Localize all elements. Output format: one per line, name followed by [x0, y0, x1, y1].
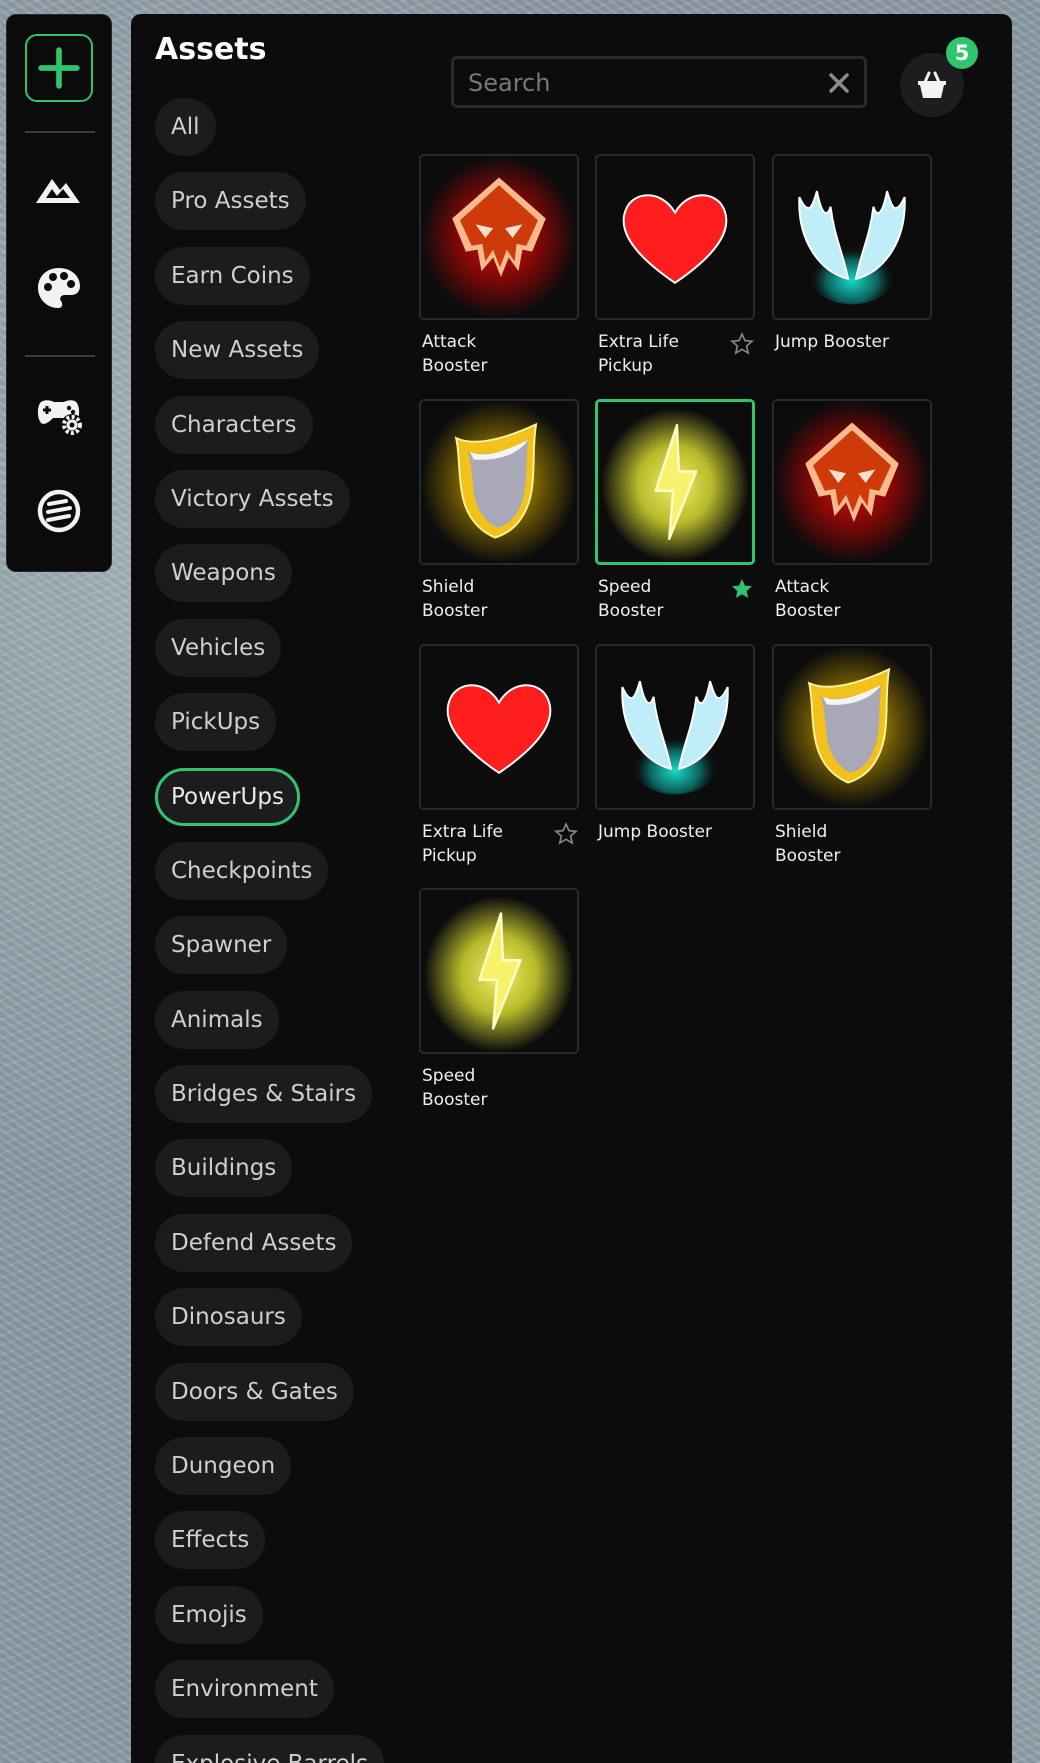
asset-thumbnail[interactable]: [595, 644, 755, 810]
asset-card[interactable]: Jump Booster: [772, 154, 934, 369]
favorite-star-icon[interactable]: [730, 332, 754, 356]
category-pro-assets[interactable]: Pro Assets: [155, 172, 306, 231]
left-toolbar: [6, 14, 112, 572]
asset-thumbnail[interactable]: [419, 399, 579, 565]
favorite-star-icon[interactable]: [554, 822, 578, 846]
attack-booster-icon: [774, 401, 930, 563]
category-powerups[interactable]: PowerUps: [155, 767, 300, 826]
asset-thumbnail[interactable]: [595, 399, 755, 565]
asset-name: Attack Booster: [422, 332, 488, 376]
category-effects[interactable]: Effects: [155, 1511, 266, 1570]
category-new-assets[interactable]: New Assets: [155, 321, 320, 380]
category-checkpoints[interactable]: Checkpoints: [155, 841, 329, 900]
clear-search-icon[interactable]: [828, 72, 850, 94]
wings-icon: [798, 190, 906, 305]
category-characters[interactable]: Characters: [155, 395, 313, 454]
asset-card[interactable]: Speed Booster: [595, 399, 757, 621]
category-doors-gates[interactable]: Doors & Gates: [155, 1362, 354, 1421]
category-weapons[interactable]: Weapons: [155, 544, 292, 603]
favorite-star-icon[interactable]: [730, 577, 754, 601]
asset-thumbnail[interactable]: [419, 644, 579, 810]
category-dungeon[interactable]: Dungeon: [155, 1437, 292, 1496]
category-animals[interactable]: Animals: [155, 990, 279, 1049]
asset-thumbnail[interactable]: [595, 154, 755, 320]
logic-button[interactable]: [30, 482, 88, 540]
category-explosive-barrels[interactable]: Explosive Barrels: [155, 1734, 385, 1763]
asset-thumbnail[interactable]: [772, 644, 932, 810]
category-buildings[interactable]: Buildings: [155, 1139, 293, 1198]
shield-icon: [421, 401, 577, 563]
mountain-icon: [36, 179, 80, 203]
category-bridges-stairs[interactable]: Bridges & Stairs: [155, 1065, 373, 1124]
asset-name: Jump Booster: [598, 822, 712, 842]
search-input[interactable]: [466, 59, 810, 107]
asset-card[interactable]: Attack Booster: [419, 154, 581, 376]
asset-card[interactable]: Jump Booster: [595, 644, 757, 859]
category-vehicles[interactable]: Vehicles: [155, 618, 282, 677]
asset-name: Speed Booster: [422, 1066, 488, 1110]
asset-name: Extra Life Pickup: [598, 332, 679, 376]
asset-name: Shield Booster: [775, 822, 841, 866]
asset-name: Shield Booster: [422, 577, 488, 621]
heart-icon: [446, 684, 552, 775]
category-earn-coins[interactable]: Earn Coins: [155, 246, 310, 305]
asset-name: Attack Booster: [775, 577, 841, 621]
assets-panel: Assets All Pro Assets Earn Coins New Assets…: [131, 14, 1012, 1763]
category-emojis[interactable]: Emojis: [155, 1585, 263, 1644]
shield-icon: [774, 646, 930, 808]
asset-name: Extra Life Pickup: [422, 822, 503, 866]
asset-card[interactable]: Extra Life Pickup: [595, 154, 757, 376]
basket-icon: [918, 71, 946, 98]
category-defend-assets[interactable]: Defend Assets: [155, 1213, 353, 1272]
toolbar-divider: [25, 355, 95, 357]
add-button[interactable]: [25, 34, 93, 102]
asset-name: Speed Booster: [598, 577, 664, 621]
palette-icon: [38, 268, 80, 308]
asset-card[interactable]: Shield Booster: [772, 644, 934, 866]
search-box: [451, 56, 867, 108]
toolbar-divider: [25, 131, 95, 133]
category-spawner[interactable]: Spawner: [155, 916, 288, 975]
plus-icon: [38, 47, 80, 89]
category-environment[interactable]: Environment: [155, 1660, 334, 1719]
asset-card[interactable]: Shield Booster: [419, 399, 581, 621]
terrain-button[interactable]: [30, 161, 88, 219]
asset-thumbnail[interactable]: [772, 154, 932, 320]
asset-card[interactable]: Attack Booster: [772, 399, 934, 621]
striped-circle-icon: [37, 489, 81, 533]
asset-card[interactable]: Extra Life Pickup: [419, 644, 581, 866]
category-list: All Pro Assets Earn Coins New Assets Charact…: [155, 98, 395, 1763]
lightning-icon: [598, 402, 752, 562]
asset-thumbnail[interactable]: [772, 399, 932, 565]
asset-thumbnail[interactable]: [419, 888, 579, 1054]
paint-button[interactable]: [30, 259, 88, 317]
asset-thumbnail[interactable]: [419, 154, 579, 320]
heart-icon: [622, 194, 728, 285]
cart-count-badge: 5: [946, 37, 978, 69]
wings-icon: [621, 680, 729, 795]
lightning-icon: [421, 890, 577, 1052]
category-all[interactable]: All: [155, 98, 216, 156]
category-pickups[interactable]: PickUps: [155, 693, 277, 752]
category-victory-assets[interactable]: Victory Assets: [155, 469, 350, 528]
asset-card[interactable]: Speed Booster: [419, 888, 581, 1110]
game-settings-button[interactable]: [30, 385, 88, 443]
asset-name: Jump Booster: [775, 332, 889, 352]
panel-title: Assets: [155, 32, 267, 67]
attack-booster-icon: [421, 156, 577, 318]
category-dinosaurs[interactable]: Dinosaurs: [155, 1288, 302, 1347]
gamepad-gear-icon: [37, 400, 83, 436]
